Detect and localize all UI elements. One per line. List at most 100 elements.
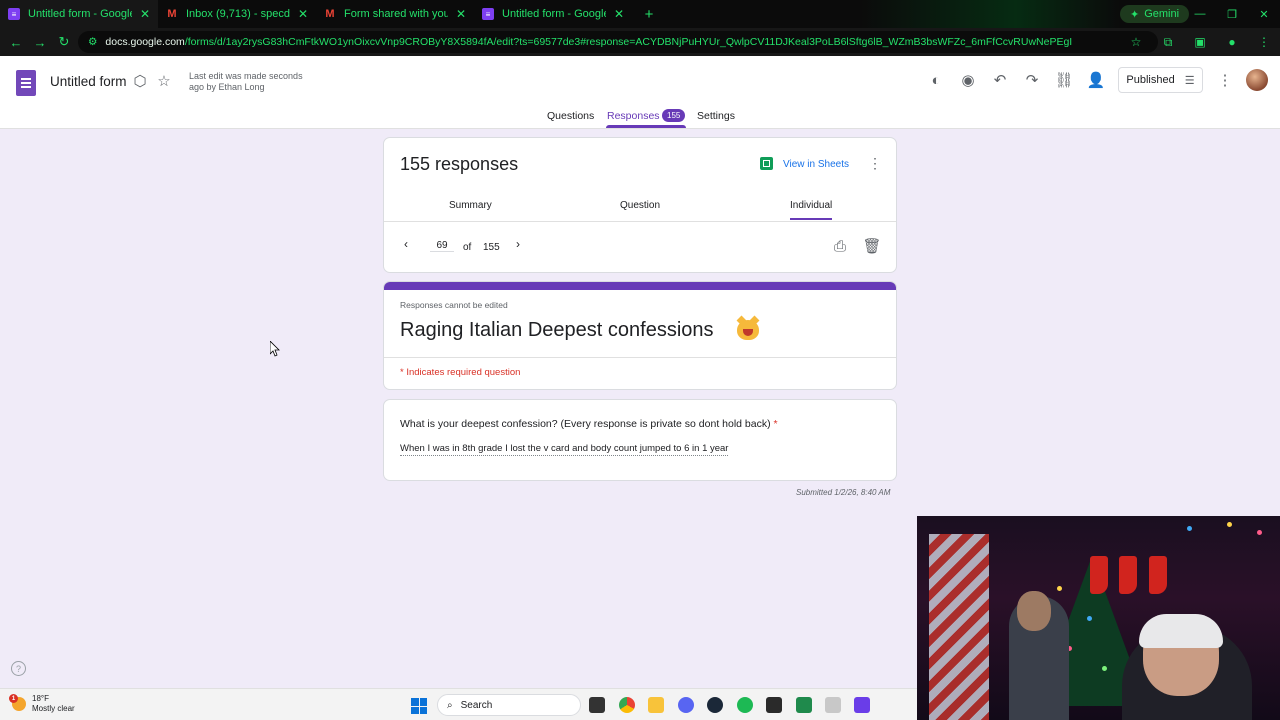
tab-title: Untitled form - Google Forms — [28, 8, 132, 20]
task-view-icon[interactable] — [589, 697, 605, 713]
light — [1102, 666, 1107, 671]
undo-icon[interactable]: ↶ — [989, 69, 1011, 91]
sparkle-icon: ✦ — [1130, 8, 1140, 21]
tab-title: Inbox (9,713) - specdagger32@ — [186, 8, 290, 20]
weather-icon: 1 — [9, 694, 26, 711]
taskbar-search[interactable]: ⌕ Search — [437, 694, 581, 716]
form-header-card: Responses cannot be edited Raging Italia… — [383, 281, 897, 390]
delete-icon[interactable]: 🗑 — [861, 235, 883, 257]
light — [1227, 522, 1232, 527]
next-response-button[interactable]: › — [516, 237, 520, 251]
extensions-icon[interactable]: ⧉ — [1152, 35, 1184, 50]
required-star: * — [773, 418, 778, 430]
close-icon[interactable]: ✕ — [298, 7, 308, 21]
side-panel-icon[interactable]: ▣ — [1184, 35, 1216, 49]
bookmark-star-icon[interactable]: ☆ — [1120, 35, 1152, 49]
pager-of-label: of — [463, 242, 472, 253]
tab-questions[interactable]: Questions — [547, 110, 594, 122]
site-info-icon[interactable]: ⚙ — [88, 36, 97, 48]
response-number-input[interactable] — [430, 240, 454, 252]
gemini-label: Gemini — [1144, 8, 1180, 20]
question-text: What is your deepest confession? (Every … — [400, 418, 778, 430]
url-path: /forms/d/1ay2rysG83hCmFtkWO1ynOixcvVnp9C… — [184, 36, 1073, 48]
doc-title[interactable]: Untitled form — [50, 74, 127, 89]
previous-response-button[interactable]: ‹ — [404, 237, 408, 251]
weather-badge: 1 — [9, 694, 18, 703]
stocking — [1149, 556, 1167, 594]
google-forms-logo-icon[interactable] — [16, 70, 36, 96]
subtab-question[interactable]: Question — [620, 200, 660, 211]
url-field[interactable]: ⚙ docs.google.com/forms/d/1ay2rysG83hCmF… — [78, 31, 1158, 53]
tune-icon: ☰ — [1184, 74, 1195, 87]
forms-nav-tabs: Questions Responses 155 Settings — [0, 108, 1280, 129]
browser-tab[interactable]: ≡ Untitled form - Google Forms ✕ — [0, 0, 158, 28]
browser-menu-icon[interactable]: ⋮ — [1248, 35, 1280, 49]
print-icon[interactable]: ⎙ — [829, 235, 851, 257]
steam-icon[interactable] — [707, 697, 723, 713]
tab-responses[interactable]: Responses — [607, 110, 660, 122]
view-in-sheets-link[interactable]: View in Sheets — [783, 159, 849, 170]
published-button[interactable]: Published ☰ — [1118, 67, 1203, 93]
light — [1257, 530, 1262, 535]
accent-bar — [384, 282, 896, 290]
gmail-icon: M — [167, 8, 177, 20]
more-options-icon[interactable]: ⋮ — [1214, 69, 1236, 91]
avatar[interactable] — [1246, 69, 1268, 91]
app-icon[interactable] — [796, 697, 812, 713]
responses-card: 155 responses View in Sheets ⋮ Summary Q… — [383, 137, 897, 273]
file-explorer-icon[interactable] — [648, 697, 664, 713]
forward-button[interactable]: → — [28, 30, 52, 54]
browser-tab[interactable]: ≡ Untitled form - Google Forms ✕ — [474, 0, 632, 28]
browser-tab[interactable]: M Form shared with you: "Untitle ✕ — [316, 0, 474, 28]
profile-icon[interactable]: ● — [1216, 35, 1248, 49]
back-button[interactable]: ← — [4, 30, 28, 54]
close-icon[interactable]: ✕ — [614, 7, 624, 21]
redo-icon[interactable]: ↷ — [1021, 69, 1043, 91]
more-options-icon[interactable]: ⋮ — [868, 155, 882, 172]
webcam-overlay — [917, 516, 1280, 720]
light — [1187, 526, 1192, 531]
chrome-icon[interactable] — [619, 697, 635, 713]
minimize-button[interactable]: — — [1184, 0, 1216, 28]
gemini-button[interactable]: ✦ Gemini — [1120, 5, 1190, 23]
tab-settings[interactable]: Settings — [697, 110, 735, 122]
app-grid-icon[interactable] — [854, 697, 870, 713]
forms-icon: ≡ — [8, 8, 20, 20]
palette-icon[interactable]: ◐ — [925, 69, 947, 91]
last-edit-text[interactable]: Last edit was made seconds ago by Ethan … — [189, 71, 309, 93]
responses-heading: 155 responses — [400, 154, 519, 174]
browser-tab[interactable]: M Inbox (9,713) - specdagger32@ ✕ — [158, 0, 316, 28]
weather-widget[interactable]: 1 18°F Mostly clear — [9, 694, 75, 714]
close-window-button[interactable]: ✕ — [1248, 0, 1280, 28]
pager-total: 155 — [483, 242, 500, 253]
new-tab-button[interactable]: + — [638, 3, 660, 25]
discord-icon[interactable] — [678, 697, 694, 713]
move-to-drive-icon[interactable]: ⬡ — [129, 70, 151, 92]
spotify-icon[interactable] — [737, 697, 753, 713]
cap — [1139, 614, 1223, 648]
subtab-individual[interactable]: Individual — [790, 200, 832, 211]
preview-eye-icon[interactable]: ◉ — [957, 69, 979, 91]
stocking — [1119, 556, 1137, 594]
sheets-icon[interactable] — [760, 157, 773, 170]
close-icon[interactable]: ✕ — [456, 7, 466, 21]
tab-title: Form shared with you: "Untitle — [344, 8, 448, 20]
tab-bar-background — [860, 0, 1120, 28]
link-icon[interactable]: ⛓ — [1053, 69, 1075, 91]
reload-button[interactable]: ↻ — [52, 30, 76, 54]
subtab-summary[interactable]: Summary — [449, 200, 492, 211]
app-icon[interactable] — [825, 697, 841, 713]
person-head — [1017, 591, 1051, 631]
weather-temp: 18°F — [32, 694, 49, 703]
close-icon[interactable]: ✕ — [140, 7, 150, 21]
star-icon[interactable]: ☆ — [153, 70, 175, 92]
form-title: Raging Italian Deepest confessions — [400, 319, 714, 341]
add-collaborator-icon[interactable]: 👤 — [1085, 69, 1107, 91]
light — [1087, 616, 1092, 621]
windows-start-icon[interactable] — [411, 698, 427, 714]
help-icon[interactable]: ? — [11, 661, 26, 676]
restore-button[interactable]: ❐ — [1216, 0, 1248, 28]
epic-games-icon[interactable] — [766, 697, 782, 713]
published-label: Published — [1126, 74, 1175, 86]
question-label: What is your deepest confession? (Every … — [400, 418, 771, 430]
